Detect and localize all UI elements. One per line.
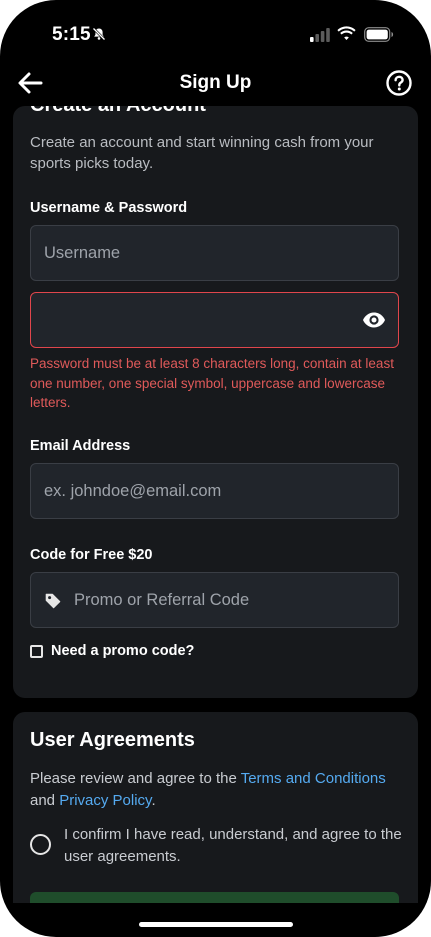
wifi-icon bbox=[337, 26, 356, 40]
credentials-label: Username & Password bbox=[30, 200, 188, 216]
user-agreements-title: User Agreements bbox=[30, 729, 195, 751]
signal-icon bbox=[310, 28, 330, 42]
promo-code-field[interactable]: Promo or Referral Code bbox=[30, 572, 399, 628]
username-field[interactable]: Username bbox=[30, 225, 399, 281]
phone-screen: 5:15 Sign Up Create an account and start… bbox=[0, 0, 431, 937]
privacy-link[interactable]: Privacy Policy bbox=[59, 792, 151, 809]
confirm-agreement-radio[interactable] bbox=[30, 834, 51, 855]
promo-code-checkbox-label[interactable]: Need a promo code? bbox=[51, 643, 194, 659]
primary-button[interactable] bbox=[30, 892, 399, 903]
status-time: 5:15 bbox=[52, 24, 91, 45]
promo-code-checkbox[interactable] bbox=[30, 645, 43, 658]
battery-icon bbox=[364, 27, 394, 42]
create-account-intro: Create an account and start winning cash… bbox=[30, 134, 374, 172]
agreements-text-prefix: Please review and agree to the bbox=[30, 770, 241, 787]
page-title: Sign Up bbox=[179, 72, 252, 93]
create-account-title: Create an Account bbox=[30, 106, 206, 117]
confirm-agreement-text[interactable]: I confirm I have read, understand, and a… bbox=[64, 824, 409, 868]
agreements-text-suffix: . bbox=[151, 792, 156, 809]
bell-slash-icon bbox=[92, 27, 106, 41]
eye-icon[interactable] bbox=[362, 311, 386, 329]
email-label: Email Address bbox=[30, 438, 131, 454]
user-agreements-card: User Agreements Please review and agree … bbox=[13, 712, 418, 903]
password-field[interactable] bbox=[30, 292, 399, 348]
create-account-card: Create an Account Create an account and … bbox=[13, 106, 418, 698]
tag-icon bbox=[45, 593, 61, 609]
promo-label: Code for Free $20 bbox=[30, 547, 153, 563]
agreements-text-middle: and bbox=[30, 792, 60, 809]
nav-bar: Sign Up bbox=[0, 60, 431, 106]
password-error-message: Password must be at least 8 characters l… bbox=[30, 356, 394, 410]
terms-link[interactable]: Terms and Conditions bbox=[241, 770, 386, 787]
agreements-text: Please review and agree to the Terms and… bbox=[30, 768, 400, 812]
home-indicator bbox=[139, 922, 293, 927]
status-bar: 5:15 bbox=[0, 0, 431, 60]
help-icon[interactable] bbox=[386, 70, 412, 96]
email-placeholder: ex. johndoe@email.com bbox=[44, 482, 222, 500]
email-field[interactable]: ex. johndoe@email.com bbox=[30, 463, 399, 519]
username-placeholder: Username bbox=[44, 244, 121, 262]
promo-placeholder: Promo or Referral Code bbox=[74, 591, 250, 609]
scroll-content[interactable]: Create an Account Create an account and … bbox=[0, 106, 431, 903]
